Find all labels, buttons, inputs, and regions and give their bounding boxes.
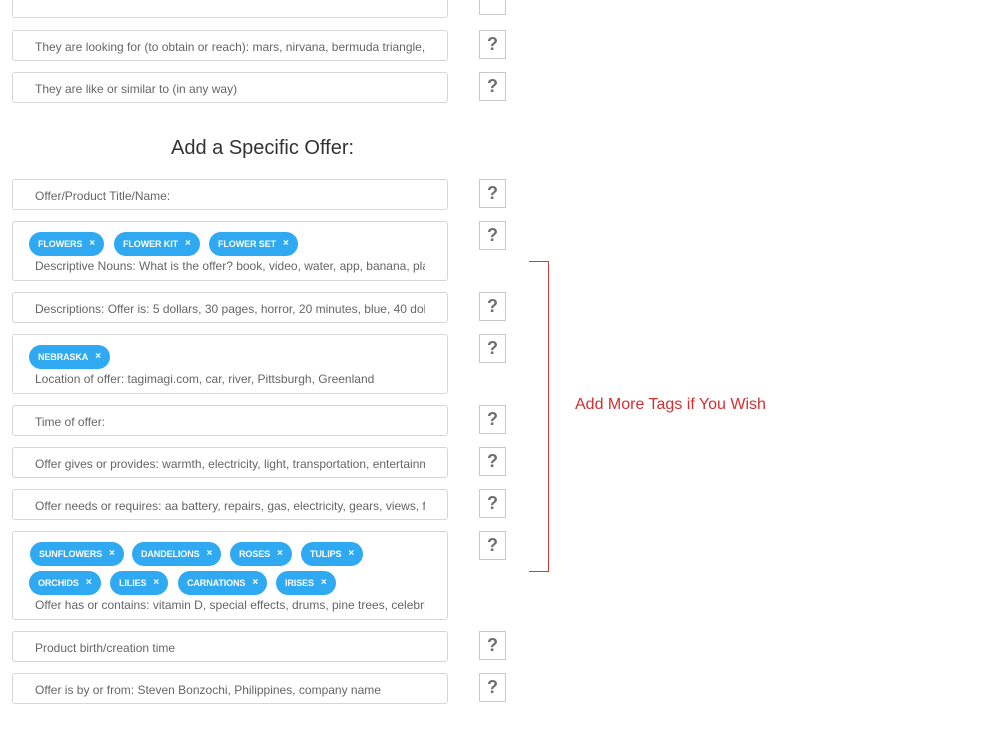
help-icon: ? [487, 183, 498, 203]
tag-chip[interactable]: NEBRASKA × [29, 345, 110, 369]
needs-placeholder: Offer needs or requires: aa battery, rep… [35, 499, 425, 513]
help-icon: ? [487, 451, 498, 471]
tag-remove-icon[interactable]: × [207, 549, 213, 559]
birth-time-field[interactable]: Product birth/creation time [12, 631, 448, 662]
help-icon: ? [487, 535, 498, 555]
contains-field[interactable]: SUNFLOWERS × DANDELIONS × ROSES × TULIPS × O… [12, 531, 448, 620]
gives-field[interactable]: Offer gives or provides: warmth, electri… [12, 447, 448, 478]
help-button[interactable]: ? [479, 405, 506, 434]
help-icon: ? [487, 338, 498, 358]
help-button[interactable]: ? [479, 292, 506, 321]
tag-remove-icon[interactable]: × [109, 549, 115, 559]
looking-for-placeholder: They are looking for (to obtain or reach… [35, 40, 425, 54]
tag-remove-icon[interactable]: × [95, 352, 101, 362]
tag-remove-icon[interactable]: × [185, 239, 191, 249]
help-button[interactable]: ? [479, 72, 506, 101]
looking-for-field[interactable]: They are looking for (to obtain or reach… [12, 30, 448, 61]
descriptive-nouns-placeholder: Descriptive Nouns: What is the offer? bo… [35, 259, 425, 273]
by-from-field[interactable]: Offer is by or from: Steven Bonzochi, Ph… [12, 673, 448, 704]
offer-title-field[interactable]: Offer/Product Title/Name: [12, 179, 448, 210]
help-button[interactable]: ? [479, 221, 506, 250]
tag-chip[interactable]: LILIES × [110, 571, 169, 595]
tag-chip[interactable]: FLOWER SET × [209, 232, 298, 256]
help-button[interactable]: ? [479, 30, 506, 59]
help-icon: ? [487, 493, 498, 513]
needs-field[interactable]: Offer needs or requires: aa battery, rep… [12, 489, 448, 520]
tag-remove-icon[interactable]: × [321, 578, 327, 588]
tag-remove-icon[interactable]: × [89, 239, 95, 249]
descriptions-field[interactable]: Descriptions: Offer is: 5 dollars, 30 pa… [12, 292, 448, 323]
tag-remove-icon[interactable]: × [277, 549, 283, 559]
time-placeholder: Time of offer: [35, 415, 106, 429]
gives-placeholder: Offer gives or provides: warmth, electri… [35, 457, 425, 471]
tag-chip[interactable]: TULIPS × [301, 542, 364, 566]
tag-chip[interactable]: ROSES × [230, 542, 292, 566]
help-button[interactable]: ? [479, 447, 506, 476]
field-partial-top[interactable] [12, 0, 448, 18]
location-field[interactable]: NEBRASKA × Location of offer: tagimagi.co… [12, 334, 448, 394]
help-icon: ? [487, 677, 498, 697]
time-field[interactable]: Time of offer: [12, 405, 448, 436]
annotation-bracket [529, 261, 549, 572]
similar-to-placeholder: They are like or similar to (in any way) [35, 82, 238, 96]
tag-remove-icon[interactable]: × [283, 239, 289, 249]
help-button[interactable]: ? [479, 334, 506, 363]
tag-chip[interactable]: FLOWER KIT × [114, 232, 200, 256]
help-button[interactable]: ? [479, 489, 506, 518]
help-icon: ? [487, 296, 498, 316]
tag-chip[interactable]: FLOWERS × [29, 232, 105, 256]
help-icon: ? [487, 635, 498, 655]
birth-time-placeholder: Product birth/creation time [35, 641, 176, 655]
section-title: Add a Specific Offer: [171, 137, 355, 159]
help-icon: ? [487, 225, 498, 245]
descriptions-placeholder: Descriptions: Offer is: 5 dollars, 30 pa… [35, 302, 425, 316]
annotation-text: Add More Tags if You Wish [575, 396, 766, 413]
offer-title-placeholder: Offer/Product Title/Name: [35, 189, 171, 203]
tag-remove-icon[interactable]: × [348, 549, 354, 559]
by-from-placeholder: Offer is by or from: Steven Bonzochi, Ph… [35, 683, 381, 697]
descriptive-nouns-field[interactable]: FLOWERS × FLOWER KIT × FLOWER SET × Descrip… [12, 221, 448, 281]
help-icon: ? [487, 34, 498, 54]
tag-remove-icon[interactable]: × [153, 578, 159, 588]
location-placeholder: Location of offer: tagimagi.com, car, ri… [35, 372, 375, 386]
tag-chip[interactable]: DANDELIONS × [132, 542, 222, 566]
help-icon: ? [487, 409, 498, 429]
tag-remove-icon[interactable]: × [252, 578, 258, 588]
tag-chip[interactable]: CARNATIONS × [178, 571, 268, 595]
help-icon: ? [487, 76, 498, 96]
contains-placeholder: Offer has or contains: vitamin D, specia… [35, 598, 425, 612]
help-button[interactable]: ? [479, 531, 506, 560]
tag-chip[interactable]: SUNFLOWERS × [30, 542, 124, 566]
help-button[interactable]: ? [479, 179, 506, 208]
tag-remove-icon[interactable]: × [86, 578, 92, 588]
help-button[interactable]: ? [479, 631, 506, 660]
help-button-partial[interactable] [479, 0, 506, 15]
similar-to-field[interactable]: They are like or similar to (in any way) [12, 72, 448, 103]
tag-chip[interactable]: IRISES × [276, 571, 336, 595]
help-button[interactable]: ? [479, 673, 506, 702]
tag-chip[interactable]: ORCHIDS × [29, 571, 101, 595]
